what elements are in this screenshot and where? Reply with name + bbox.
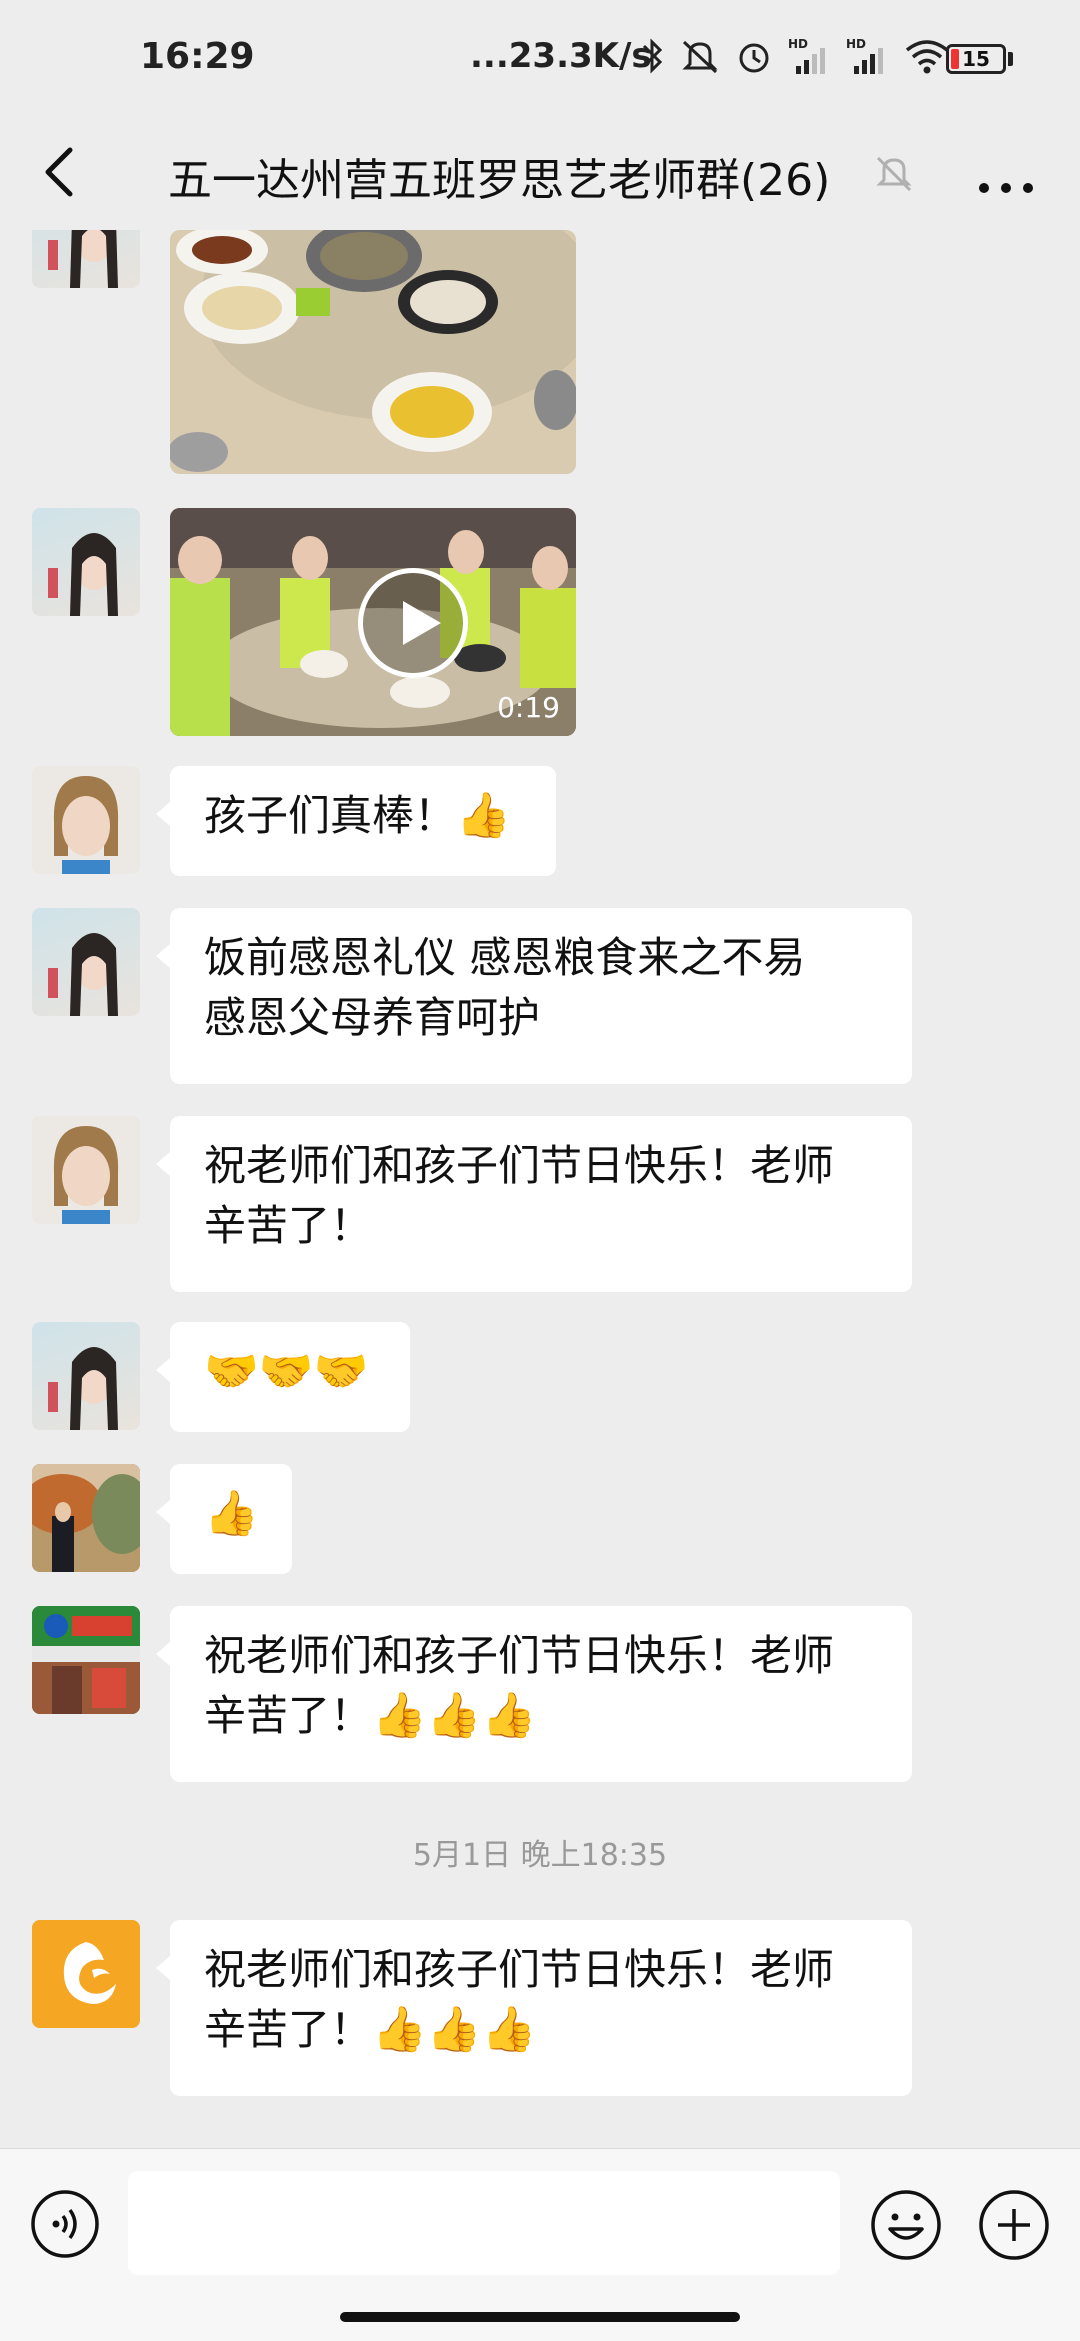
status-icons: HD HD xyxy=(640,36,950,76)
message-line: 祝老师们和孩子们节日快乐！老师 xyxy=(204,1141,835,1190)
message-line: 饭前感恩礼仪 感恩粮食来之不易 xyxy=(204,933,806,982)
alarm-icon xyxy=(739,43,769,73)
plus-icon[interactable] xyxy=(978,2189,1050,2261)
avatar[interactable] xyxy=(32,1464,140,1572)
message-bubble[interactable]: 饭前感恩礼仪 感恩粮食来之不易 感恩父母养育呵护 xyxy=(156,908,912,1084)
handshake-emoji: 🤝🤝🤝 xyxy=(204,1346,369,1397)
message-bubble[interactable]: 祝老师们和孩子们节日快乐！老师 辛苦了！👍👍👍 xyxy=(156,1920,912,2096)
wifi-icon xyxy=(905,40,949,74)
signal-hd-icon: HD xyxy=(788,37,825,74)
mute-icon xyxy=(682,40,718,74)
bluetooth-icon xyxy=(642,38,663,74)
message-bubble[interactable]: 👍 xyxy=(156,1464,292,1574)
message-line: 辛苦了！ xyxy=(204,1201,373,1250)
thumbs-up-emoji: 👍 xyxy=(204,1488,259,1539)
battery-tip xyxy=(1008,52,1013,66)
signal-hd-icon: HD xyxy=(846,37,883,74)
avatar[interactable] xyxy=(32,1322,140,1430)
network-speed: ...23.3K/s xyxy=(470,36,652,76)
voice-input-icon[interactable] xyxy=(30,2189,100,2259)
avatar[interactable] xyxy=(32,1606,140,1714)
battery-percent: 15 xyxy=(962,47,990,71)
chat-timestamp: 5月1日 晚上18:35 xyxy=(412,1838,668,1873)
back-icon[interactable] xyxy=(32,142,92,202)
thumbs-up-emoji: 👍👍👍 xyxy=(372,1690,537,1741)
chat-header: 五一达州营五班罗思艺老师群(26) xyxy=(0,120,1080,230)
message-bubble[interactable]: 孩子们真棒！👍 xyxy=(156,766,556,876)
thumbs-up-emoji: 👍👍👍 xyxy=(372,2004,537,2055)
play-icon[interactable] xyxy=(358,568,468,678)
message-bubble[interactable]: 🤝🤝🤝 xyxy=(156,1322,410,1432)
avatar[interactable] xyxy=(32,508,140,616)
mute-bell-icon xyxy=(876,156,912,192)
home-indicator[interactable] xyxy=(340,2312,740,2322)
battery-icon: 15 xyxy=(946,44,1006,74)
chat-title: 五一达州营五班罗思艺老师群(26) xyxy=(168,155,831,206)
message-input[interactable] xyxy=(128,2171,840,2275)
message-bubble[interactable]: 祝老师们和孩子们节日快乐！老师 辛苦了！ xyxy=(156,1116,912,1292)
message-line: 感恩父母养育呵护 xyxy=(204,993,541,1042)
avatar[interactable] xyxy=(32,766,140,874)
emoji-icon[interactable] xyxy=(870,2189,942,2261)
svg-text:HD: HD xyxy=(846,37,866,51)
message-text: 孩子们真棒！ xyxy=(204,791,457,840)
status-bar: 16:29 ...23.3K/s HD HD 15 xyxy=(0,0,1080,120)
message-bubble[interactable]: 祝老师们和孩子们节日快乐！老师 辛苦了！👍👍👍 xyxy=(156,1606,912,1782)
svg-text:HD: HD xyxy=(788,37,808,51)
message-line: 辛苦了！ xyxy=(204,2005,373,2054)
more-icon[interactable] xyxy=(972,144,1042,204)
message-line: 祝老师们和孩子们节日快乐！老师 xyxy=(204,1945,835,1994)
video-thumbnail[interactable]: 0:19 xyxy=(170,508,576,736)
avatar[interactable] xyxy=(32,908,140,1016)
status-time: 16:29 xyxy=(140,36,255,77)
message-line: 辛苦了！ xyxy=(204,1691,373,1740)
message-line: 祝老师们和孩子们节日快乐！老师 xyxy=(204,1631,835,1680)
avatar[interactable] xyxy=(32,1920,140,2028)
avatar[interactable] xyxy=(32,1116,140,1224)
video-duration: 0:19 xyxy=(497,691,560,724)
photo-thumbnail[interactable] xyxy=(170,230,576,474)
thumbs-up-emoji: 👍 xyxy=(456,790,511,841)
